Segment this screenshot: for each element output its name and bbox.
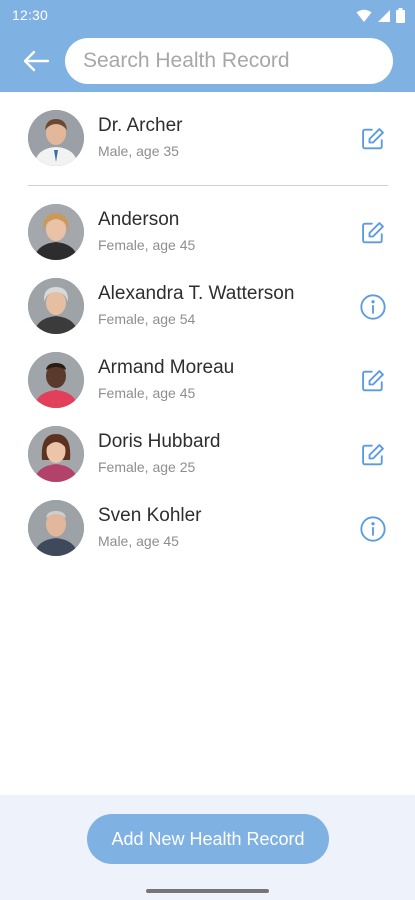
record-details: Male, age 45 <box>98 533 179 549</box>
bottom-panel: Add New Health Record <box>0 795 415 900</box>
record-name: Anderson <box>98 209 180 230</box>
info-icon <box>360 516 386 542</box>
wifi-icon <box>356 9 372 22</box>
status-time: 12:30 <box>12 7 49 23</box>
avatar <box>28 204 84 260</box>
avatar <box>28 110 84 166</box>
edit-icon <box>362 222 384 244</box>
status-bar: 12:30 <box>0 0 415 30</box>
info-button[interactable] <box>356 512 390 546</box>
record-details: Female, age 54 <box>98 311 196 327</box>
edit-icon <box>362 128 384 150</box>
record-row[interactable]: Sven Kohler Male, age 45 <box>0 493 415 563</box>
record-details: Female, age 45 <box>98 237 196 253</box>
owner-record-row[interactable]: Dr. Archer Male, age 35 <box>0 103 415 173</box>
avatar <box>28 278 84 334</box>
edit-icon <box>362 444 384 466</box>
divider <box>28 185 388 186</box>
signal-icon <box>378 9 390 22</box>
edit-button[interactable] <box>356 364 390 398</box>
avatar <box>28 500 84 556</box>
edit-button[interactable] <box>356 122 390 156</box>
avatar <box>28 352 84 408</box>
record-row[interactable]: Armand Moreau Female, age 45 <box>0 345 415 415</box>
record-name: Sven Kohler <box>98 505 202 526</box>
record-row[interactable]: Doris Hubbard Female, age 25 <box>0 419 415 489</box>
battery-icon <box>396 8 405 23</box>
back-button[interactable] <box>20 46 52 76</box>
arrow-left-icon <box>23 50 50 72</box>
edit-button[interactable] <box>356 438 390 472</box>
record-details: Female, age 45 <box>98 385 196 401</box>
system-icons <box>356 8 405 23</box>
add-health-record-button[interactable]: Add New Health Record <box>87 814 329 864</box>
info-icon <box>360 294 386 320</box>
gesture-bar <box>146 889 269 893</box>
record-name: Doris Hubbard <box>98 431 221 452</box>
avatar <box>28 426 84 482</box>
app-bar <box>0 30 415 92</box>
record-name: Alexandra T. Watterson <box>98 283 295 304</box>
owner-details: Male, age 35 <box>98 143 179 159</box>
record-name: Armand Moreau <box>98 357 235 378</box>
record-row[interactable]: Alexandra T. Watterson Female, age 54 <box>0 271 415 341</box>
record-row[interactable]: Anderson Female, age 45 <box>0 197 415 267</box>
owner-name: Dr. Archer <box>98 115 183 136</box>
search-input[interactable] <box>65 38 393 84</box>
record-details: Female, age 25 <box>98 459 196 475</box>
info-button[interactable] <box>356 290 390 324</box>
edit-icon <box>362 370 384 392</box>
edit-button[interactable] <box>356 216 390 250</box>
